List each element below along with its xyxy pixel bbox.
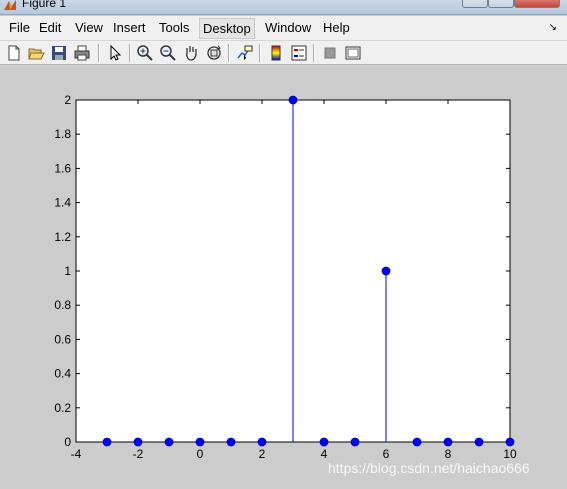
toolbar-separator (98, 44, 100, 62)
y-tick-label: 0.6 (54, 332, 71, 346)
stem-marker[interactable] (319, 437, 329, 447)
x-tick-label: 10 (503, 447, 517, 461)
legend-icon[interactable] (290, 44, 308, 62)
edit-plot-arrow-icon[interactable] (106, 44, 124, 62)
toolbar-separator (228, 44, 230, 62)
menu-edit[interactable]: Edit (39, 20, 61, 35)
y-tick-label: 0.2 (54, 401, 71, 415)
y-tick-label: 0.4 (54, 367, 71, 381)
zoom-out-icon[interactable] (159, 44, 177, 62)
y-tick-label: 1.6 (54, 161, 71, 175)
stem-marker[interactable] (257, 437, 267, 447)
hide-plot-tools-icon[interactable] (321, 44, 339, 62)
window-titlebar: Figure 1 (0, 0, 567, 15)
menu-desktop[interactable]: Desktop (199, 18, 255, 39)
y-tick-label: 1 (64, 264, 71, 278)
y-tick-label: 1.4 (54, 196, 71, 210)
maximize-button[interactable] (488, 0, 514, 8)
stem-marker[interactable] (474, 437, 484, 447)
stem-marker[interactable] (350, 437, 360, 447)
figure-toolbar (0, 41, 567, 65)
window-title: Figure 1 (22, 0, 67, 10)
x-tick-label: 2 (259, 447, 266, 461)
stem-marker[interactable] (412, 437, 422, 447)
x-tick-label: 0 (197, 447, 204, 461)
minimize-button[interactable] (462, 0, 488, 8)
watermark-text: https://blog.csdn.net/haichao666 (328, 460, 530, 476)
print-icon[interactable] (73, 44, 91, 62)
y-tick-label: 2 (64, 93, 71, 107)
colorbar-icon[interactable] (267, 44, 285, 62)
y-tick-label: 0.8 (54, 298, 71, 312)
x-tick-label: 4 (321, 447, 328, 461)
stem-marker[interactable] (505, 437, 515, 447)
zoom-in-icon[interactable] (136, 44, 154, 62)
matlab-figure-icon (3, 0, 17, 12)
pan-hand-icon[interactable] (182, 44, 200, 62)
toolbar-separator (313, 44, 315, 62)
stem-marker[interactable] (381, 266, 391, 276)
x-tick-label: 8 (445, 447, 452, 461)
menu-view[interactable]: View (75, 20, 103, 35)
menu-window[interactable]: Window (265, 20, 311, 35)
y-tick-label: 1.2 (54, 230, 71, 244)
stem-marker[interactable] (226, 437, 236, 447)
x-tick-label: 6 (383, 447, 390, 461)
menu-help[interactable]: Help (323, 20, 350, 35)
stem-marker[interactable] (195, 437, 205, 447)
stem-marker[interactable] (164, 437, 174, 447)
stem-marker[interactable] (133, 437, 143, 447)
data-cursor-icon[interactable] (236, 44, 254, 62)
stem-marker[interactable] (102, 437, 112, 447)
figure-canvas: -4 -2 0 2 4 6 8 10 0 0.2 0.4 0.6 0.8 1 1.2 1.4 1.6 1.8 2 (0, 65, 567, 489)
menu-tools[interactable]: Tools (159, 20, 189, 35)
y-tick-label: 0 (64, 435, 71, 449)
y-tick-label: 1.8 (54, 127, 71, 141)
toolbar-separator (129, 44, 131, 62)
x-tick-label: -4 (71, 447, 82, 461)
stem-marker[interactable] (443, 437, 453, 447)
open-file-icon[interactable] (27, 44, 45, 62)
new-figure-icon[interactable] (5, 44, 23, 62)
stem-plot: -4 -2 0 2 4 6 8 10 0 0.2 0.4 0.6 0.8 1 1.2 1.4 1.6 1.8 2 (54, 93, 517, 461)
stem-marker[interactable] (288, 95, 298, 105)
x-tick-label: -2 (133, 447, 144, 461)
menu-insert[interactable]: Insert (113, 20, 146, 35)
save-icon[interactable] (50, 44, 68, 62)
toolbar-separator (259, 44, 261, 62)
menu-file[interactable]: File (9, 20, 30, 35)
menu-bar: File Edit View Insert Tools Desktop Wind… (0, 16, 567, 41)
rotate-3d-icon[interactable] (205, 44, 223, 62)
show-plot-tools-icon[interactable] (344, 44, 362, 62)
close-button[interactable] (514, 0, 560, 8)
dock-arrow-icon[interactable]: ↘ (549, 22, 557, 33)
